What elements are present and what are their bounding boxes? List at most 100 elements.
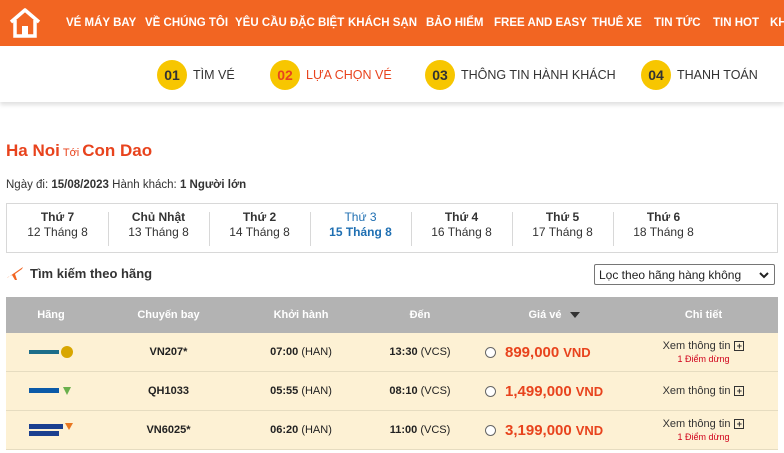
arrive-time: 08:10 (VCS) (389, 385, 451, 397)
airline-filter-select[interactable]: Lọc theo hãng hàng không (594, 264, 775, 285)
route-to-word: Tới (62, 147, 80, 159)
nav-item-10[interactable]: KHÁCH (770, 0, 784, 46)
nav-item-2[interactable]: VỀ CHÚNG TÔI (145, 0, 228, 46)
nav-item-8[interactable]: TIN TỨC (654, 0, 701, 46)
detail-cell: Xem thông tin + (629, 385, 778, 397)
date-day-month: 15 Tháng 8 (329, 225, 392, 239)
nav-item-5[interactable]: BẢO HIỂM (426, 0, 484, 46)
fare-radio[interactable] (485, 385, 496, 397)
step-label: LỰA CHỌN VÉ (306, 68, 392, 82)
route-destination: Con Dao (82, 141, 153, 160)
table-row: QH1033 05:55 (HAN) 08:10 (VCS) 1,499,000… (6, 372, 778, 411)
date-day-month: 18 Tháng 8 (633, 225, 694, 239)
fare-radio[interactable] (485, 346, 496, 358)
date-option[interactable]: Chủ Nhật 13 Tháng 8 (108, 204, 209, 252)
date-weekday: Thứ 6 (646, 210, 681, 224)
header-price-label: Giá vé (528, 309, 562, 321)
date-weekday: Thứ 2 (242, 210, 277, 224)
nav-item-9[interactable]: TIN HOT (713, 0, 759, 46)
header-depart: Khởi hành (273, 309, 329, 321)
nav-item-7[interactable]: THUÊ XE (592, 0, 642, 46)
airline-search-heading: Tìm kiếm theo hãng (6, 265, 152, 281)
stops-label: 1 Điểm dừng (677, 432, 730, 442)
plus-icon[interactable]: + (734, 386, 745, 396)
date-option[interactable]: Thứ 4 16 Tháng 8 (411, 204, 512, 252)
detail-cell: Xem thông tin + 1 Điểm dừng (629, 418, 778, 442)
passenger-count: 1 Người lớn (179, 179, 247, 191)
arrive-time: 13:30 (VCS) (389, 346, 451, 358)
date-option[interactable]: Thứ 7 12 Tháng 8 (7, 204, 108, 252)
flight-number: VN6025* (146, 424, 191, 436)
home-icon (9, 8, 41, 38)
airline-logo-bamboo-airways (6, 384, 96, 398)
depart-time: 05:55 (HAN) (270, 385, 332, 397)
step-label: THANH TOÁN (677, 68, 758, 82)
fare-option[interactable]: 3,199,000 VND (479, 422, 629, 439)
view-detail-link[interactable]: Xem thông tin + (629, 385, 778, 397)
airline-logo-vietnam-airlines (6, 345, 96, 359)
booking-steps: 01 TÌM VÉ 02 LỰA CHỌN VÉ 03 THÔNG TIN HÀ… (0, 46, 784, 102)
step-label: THÔNG TIN HÀNH KHÁCH (461, 68, 616, 82)
route-title: Ha Noi Tới Con Dao (6, 141, 152, 161)
flight-number: VN207* (149, 346, 188, 358)
fare-radio[interactable] (485, 424, 496, 436)
flight-number: QH1033 (148, 385, 189, 397)
step-search[interactable]: 01 TÌM VÉ (157, 60, 235, 90)
step-number: 01 (157, 60, 187, 90)
date-weekday: Thứ 5 (545, 210, 580, 224)
airline-logo-pacific-airlines (6, 421, 96, 439)
step-label: TÌM VÉ (193, 68, 235, 82)
step-select-ticket[interactable]: 02 LỰA CHỌN VÉ (270, 60, 392, 90)
depart-date-label: Ngày đi: (6, 179, 49, 191)
nav-item-3[interactable]: YÊU CẦU ĐẶC BIỆT (235, 0, 344, 46)
fare-price: 899,000 (505, 343, 560, 361)
depart-date: 15/08/2023 (51, 179, 109, 191)
fare-currency: VND (575, 383, 604, 399)
step-passenger-info[interactable]: 03 THÔNG TIN HÀNH KHÁCH (425, 60, 616, 90)
step-number: 04 (641, 60, 671, 90)
step-payment[interactable]: 04 THANH TOÁN (641, 60, 758, 90)
passenger-label: Hành khách: (112, 179, 177, 191)
flight-table: Hãng Chuyến bay Khởi hành Đến Giá vé Chi… (6, 297, 778, 450)
date-day-month: 12 Tháng 8 (27, 225, 88, 239)
fare-option[interactable]: 899,000 VND (479, 344, 629, 361)
date-option[interactable]: Thứ 3 15 Tháng 8 (310, 204, 411, 252)
home-button[interactable] (0, 0, 50, 46)
airline-filter-value: Lọc theo hãng hàng không (599, 267, 742, 282)
date-day-month: 14 Tháng 8 (229, 225, 290, 239)
trip-meta: Ngày đi: 15/08/2023 Hành khách: 1 Người … (6, 179, 246, 191)
fare-currency: VND (563, 344, 591, 360)
date-option[interactable]: Thứ 6 18 Tháng 8 (613, 204, 714, 252)
fare-price: 3,199,000 (505, 421, 572, 439)
sort-down-icon (569, 312, 580, 318)
nav-item-1[interactable]: VÉ MÁY BAY (66, 0, 136, 46)
date-weekday: Thứ 7 (40, 210, 75, 224)
plus-icon[interactable]: + (734, 419, 745, 429)
detail-cell: Xem thông tin + 1 Điểm dừng (629, 340, 778, 364)
header-airline: Hãng (37, 309, 65, 321)
chevron-down-icon (759, 272, 769, 279)
depart-time: 06:20 (HAN) (270, 424, 332, 436)
plus-icon[interactable]: + (734, 341, 745, 351)
date-option[interactable]: Thứ 2 14 Tháng 8 (209, 204, 310, 252)
header-price[interactable]: Giá vé (479, 309, 629, 321)
depart-time: 07:00 (HAN) (270, 346, 332, 358)
fare-option[interactable]: 1,499,000 VND (479, 383, 629, 400)
view-detail-link[interactable]: Xem thông tin + (629, 418, 778, 430)
date-day-month: 16 Tháng 8 (431, 225, 492, 239)
table-row: VN207* 07:00 (HAN) 13:30 (VCS) 899,000 V… (6, 333, 778, 372)
date-day-month: 17 Tháng 8 (532, 225, 593, 239)
nav-item-6[interactable]: FREE AND EASY (494, 0, 587, 46)
date-weekday: Chủ Nhật (131, 210, 186, 224)
nav-item-4[interactable]: KHÁCH SẠN (348, 0, 417, 46)
date-day-month: 13 Tháng 8 (128, 225, 189, 239)
airplane-icon (7, 267, 23, 280)
arrive-time: 11:00 (VCS) (389, 424, 451, 436)
fare-price: 1,499,000 (505, 382, 572, 400)
date-strip: Thứ 7 12 Tháng 8 Chủ Nhật 13 Tháng 8 Thứ 2 14… (6, 203, 778, 253)
header-flight: Chuyến bay (137, 309, 200, 321)
view-detail-link[interactable]: Xem thông tin + (629, 340, 778, 352)
date-weekday: Thứ 4 (444, 210, 479, 224)
date-option[interactable]: Thứ 5 17 Tháng 8 (512, 204, 613, 252)
fare-currency: VND (575, 422, 604, 438)
